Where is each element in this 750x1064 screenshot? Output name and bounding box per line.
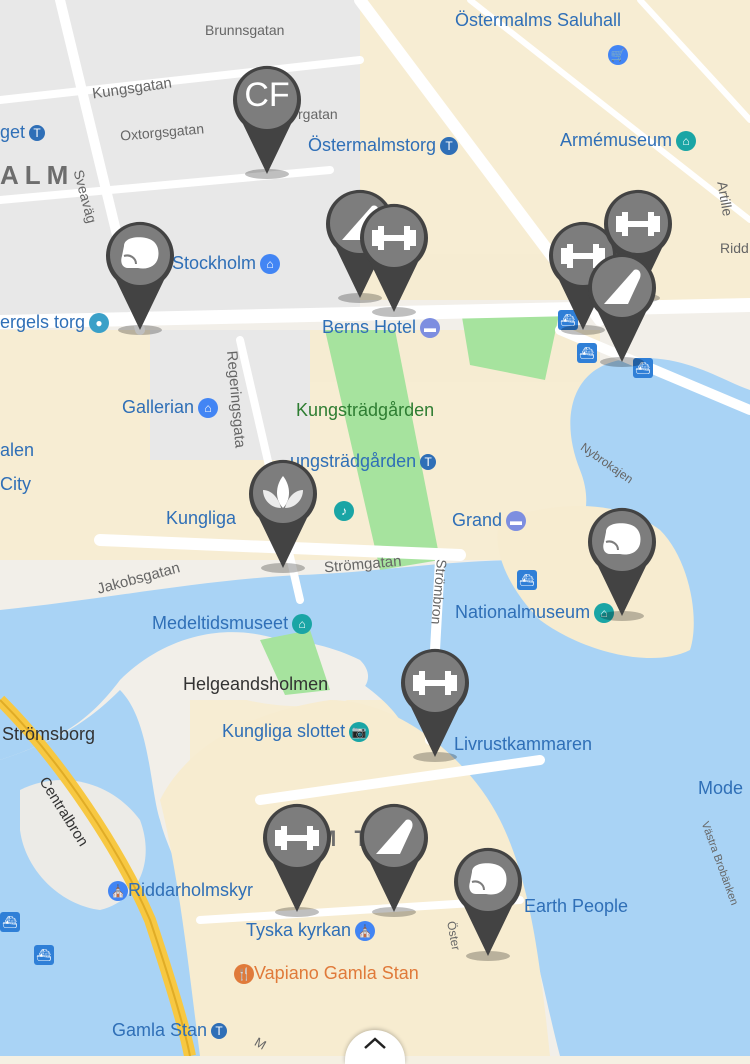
crossfit-icon: CF xyxy=(233,65,301,179)
label-brunnsgatan: Brunnsgatan xyxy=(205,22,285,38)
label-kungliga-opera[interactable]: Kungliga xyxy=(166,508,236,529)
boxing-icon xyxy=(454,847,522,961)
boxing-icon xyxy=(106,221,174,335)
label-grand[interactable]: Grand ▬ xyxy=(452,510,527,532)
ferry-icon[interactable]: ⛴ xyxy=(517,570,537,590)
ferry-icon[interactable]: ⛴ xyxy=(34,945,54,965)
boxing-icon xyxy=(588,507,656,621)
label-armemuseum[interactable]: Armémuseum ⌂ xyxy=(560,130,697,152)
label-moderna: Mode xyxy=(698,778,744,798)
yoga-icon xyxy=(249,459,317,573)
label-norrmalm: ALM xyxy=(0,160,75,190)
label-riddarholmskyrkan[interactable]: ⛪ Riddarholmskyr xyxy=(104,880,253,902)
cart-icon[interactable]: 🛒 xyxy=(604,44,628,66)
pin-running-2[interactable] xyxy=(356,800,432,920)
pin-boxing-gamla[interactable] xyxy=(450,844,526,964)
pin-yoga[interactable] xyxy=(245,456,321,576)
chevron-up-icon xyxy=(364,1037,386,1049)
music-icon[interactable]: ♪ xyxy=(330,500,354,522)
label-alen: alen xyxy=(0,440,35,460)
pin-gym-1[interactable] xyxy=(356,200,432,320)
label-stromsborg: Strömsborg xyxy=(2,724,96,744)
pin-running-1[interactable] xyxy=(584,250,660,370)
pin-crossfit[interactable]: CF xyxy=(229,62,305,182)
gym-icon xyxy=(401,648,469,762)
label-ostermalmstorg[interactable]: Östermalmstorg T xyxy=(308,135,459,156)
label-city: City xyxy=(0,474,31,494)
pin-boxing-nationalmuseum[interactable] xyxy=(584,504,660,624)
label-gallerian[interactable]: Gallerian ⌂ xyxy=(122,397,219,419)
label-earth-people[interactable]: Earth People xyxy=(524,896,628,917)
gym-icon xyxy=(360,203,428,317)
gym-icon xyxy=(263,803,331,917)
ferry-icon[interactable]: ⛴ xyxy=(0,912,20,932)
label-ostermalms-saluhall[interactable]: Östermalms Saluhall xyxy=(455,10,621,31)
label-medeltidsmuseet[interactable]: Medeltidsmuseet ⌂ xyxy=(152,613,313,635)
svg-text:CF: CF xyxy=(244,76,289,114)
label-sergels-torg[interactable]: ergels torg ● xyxy=(0,312,110,334)
label-vapiano[interactable]: 🍴 Vapiano Gamla Stan xyxy=(230,963,419,985)
running-icon xyxy=(360,803,428,917)
pin-boxing-sergels[interactable] xyxy=(102,218,178,338)
label-berns-hotel[interactable]: Berns Hotel ▬ xyxy=(322,317,441,339)
label-get: get T xyxy=(0,122,46,143)
label-kungstradgarden[interactable]: Kungsträdgården xyxy=(296,400,434,421)
label-gamla-stan-station[interactable]: Gamla Stan T xyxy=(112,1020,228,1041)
label-helgeandsholmen: Helgeandsholmen xyxy=(183,674,329,694)
label-kungliga-slottet[interactable]: Kungliga slottet 📷 xyxy=(222,721,370,743)
running-icon xyxy=(588,253,656,367)
label-stockholm[interactable]: Stockholm ⌂ xyxy=(172,253,281,275)
label-tyska-kyrkan[interactable]: Tyska kyrkan ⛪ xyxy=(246,920,376,942)
pin-gym-5[interactable] xyxy=(259,800,335,920)
expand-sheet-button[interactable] xyxy=(345,1030,405,1064)
label-riddargatan: Ridd xyxy=(720,240,749,256)
pin-gym-4[interactable] xyxy=(397,645,473,765)
label-livrustkammaren[interactable]: Livrustkammaren xyxy=(454,734,592,755)
